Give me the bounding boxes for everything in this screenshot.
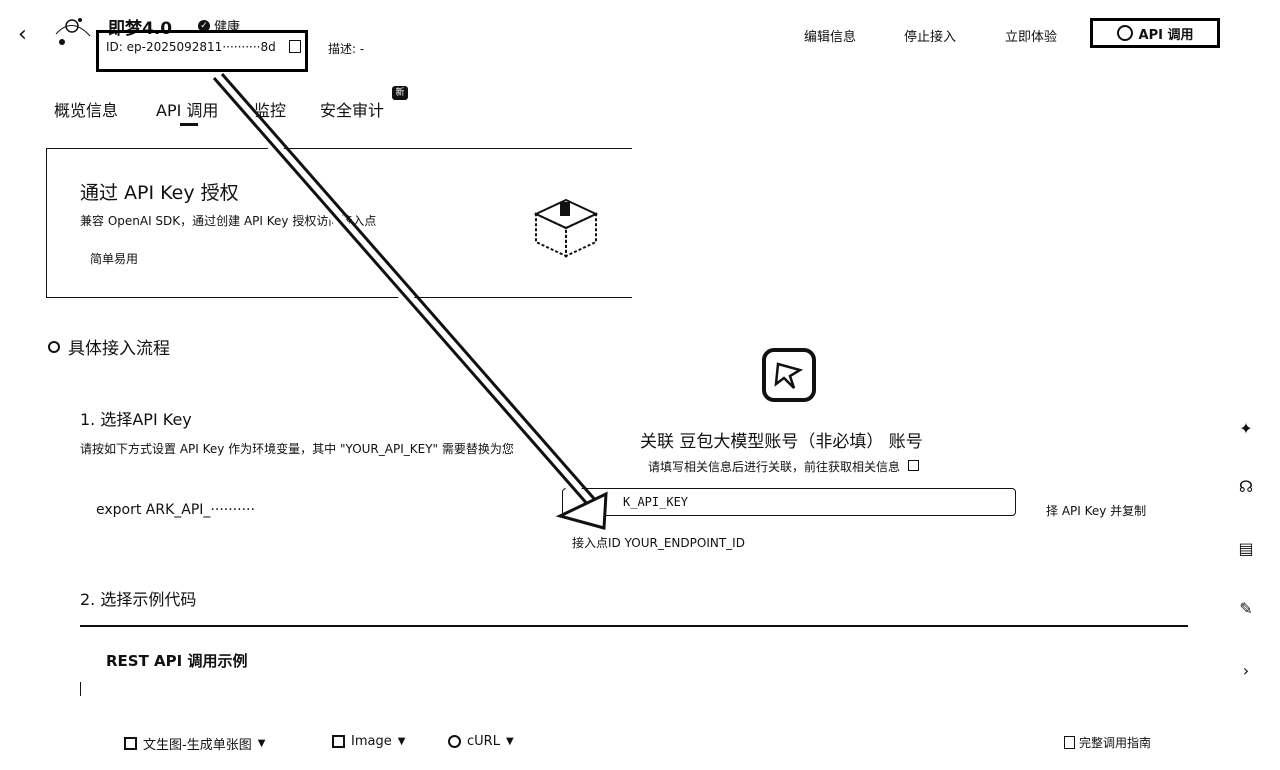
link-account-subtitle-text: 请填写相关信息后进行关联，前往获取相关信息 [648,460,901,474]
auth-card-title: 通过 API Key 授权 [80,182,239,204]
box-illustration-icon [533,198,599,258]
tab-active-indicator [180,123,198,126]
export-command: export ARK_API_·········· [96,502,255,518]
auth-card-tag: 简单易用 [90,252,139,266]
sparkle-icon[interactable]: ✦ [1236,418,1256,438]
chevron-right-icon[interactable]: › [1236,660,1256,680]
step1-title: 1. 选择API Key [80,410,192,429]
chevron-down-icon: ▼ [397,736,406,747]
tab-api-call[interactable]: API 调用 [156,97,218,121]
dropdown-language[interactable]: cURL ▼ [448,734,514,749]
dropdown-scenario[interactable]: 文生图-生成单张图 ▼ [124,734,265,753]
stop-access-link[interactable]: 停止接入 [904,26,956,45]
star-icon [774,362,804,389]
dropdown-scenario-label: 文生图-生成单张图 [143,738,252,753]
app-logo [55,18,91,45]
chevron-down-icon: ▼ [505,736,514,747]
tab-overview[interactable]: 概览信息 [54,97,118,121]
description-label: 描述: - [328,42,365,56]
endpoint-id: ID: ep-2025092811··········8d [106,40,276,54]
full-guide-label: 完整调用指南 [1079,736,1152,750]
link-account-title: 关联 豆包大模型账号（非必填） 账号 [640,432,923,452]
step2-title: 2. 选择示例代码 [80,590,197,609]
chevron-down-icon: ▼ [257,738,266,749]
tab-monitor[interactable]: 监控 [254,97,286,121]
dropdown-language-label: cURL [467,734,500,749]
flow-heading-label: 具体接入流程 [68,339,170,359]
back-arrow-icon[interactable]: ‹ [18,22,27,47]
try-now-link[interactable]: 立即体验 [1005,26,1057,45]
flow-icon [48,340,60,353]
external-link-icon[interactable] [907,460,919,471]
edit-info-link[interactable]: 编辑信息 [804,26,856,45]
image-icon [124,737,137,750]
dropdown-type[interactable]: Image ▼ [332,734,405,749]
copy-icon[interactable] [289,40,301,53]
headset-icon[interactable]: ☊ [1236,476,1256,496]
document-icon [1064,736,1075,749]
link-account-subtitle: 请填写相关信息后进行关联，前往获取相关信息 [648,458,919,475]
step1-description: 请按如下方式设置 API Key 作为环境变量，其中 "YOUR_API_KEY… [80,442,514,456]
select-and-copy-key[interactable]: 择 API Key 并复制 [1046,502,1146,519]
new-badge: 新 [392,86,408,100]
full-guide-link[interactable]: 完整调用指南 [1064,734,1151,751]
flow-heading: 具体接入流程 [48,334,170,359]
dropdown-type-label: Image [351,734,392,749]
doubao-logo-icon [762,348,816,402]
code-example-title: REST API 调用示例 [106,652,248,670]
api-call-label: API 调用 [1138,27,1194,43]
endpoint-id-line: 接入点ID YOUR_ENDPOINT_ID [572,536,745,550]
api-call-button[interactable]: API 调用 [1090,18,1220,48]
api-key-field[interactable]: K_API_KEY [562,488,1016,516]
code-caret [80,682,81,696]
tab-security-audit[interactable]: 安全审计 [320,97,384,121]
book-icon[interactable]: ▤ [1236,538,1256,558]
feedback-icon[interactable]: ✎ [1236,598,1256,618]
curl-icon [448,735,461,748]
auth-card-subtitle: 兼容 OpenAI SDK，通过创建 API Key 授权访问接入点 [80,214,377,228]
image-icon [332,735,345,748]
api-icon [1116,25,1133,41]
